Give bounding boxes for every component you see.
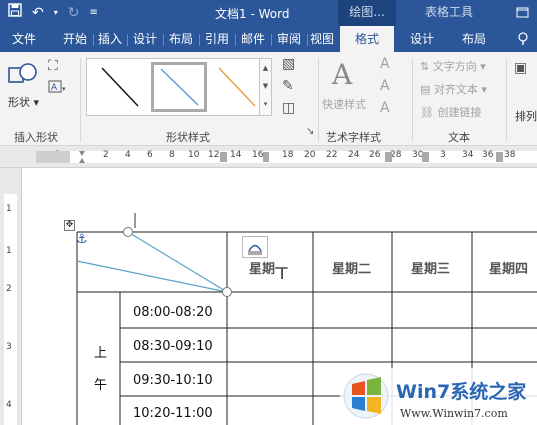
ribbon: 形状 ▾ ⛶ A ▾ 插入形状 ▲ ▼ ▾ ▧ ✎ ◫ 形状样式 ↘ A 快速样式 A… xyxy=(0,52,537,146)
redo-icon[interactable]: ↻ xyxy=(68,3,80,23)
shape-styles-group-label: 形状样式 xyxy=(166,131,210,144)
ruler-track[interactable]: 1 1 2 3 4 xyxy=(4,194,17,425)
tab-home[interactable]: 开始 xyxy=(58,26,92,52)
text-outline-icon[interactable]: A xyxy=(380,78,390,94)
shapes-button[interactable]: 形状 ▾ xyxy=(6,58,46,109)
gallery-scroll[interactable]: ▲ ▼ ▾ xyxy=(259,59,271,115)
period-char: 午 xyxy=(94,378,108,393)
text-group-label: 文本 xyxy=(448,131,470,144)
shape-styles-gallery: ▲ ▼ ▾ xyxy=(86,58,272,116)
art-text-group-label: 艺术字样式 xyxy=(326,131,381,144)
customize-qat-icon[interactable]: ≡ xyxy=(89,3,97,23)
text-box-icon[interactable]: A ▾ xyxy=(48,80,68,98)
insert-shapes-group-label: 插入形状 xyxy=(14,131,58,144)
position-icon[interactable]: ▣ xyxy=(514,60,527,76)
horizontal-ruler: 2 2 4 6 8 10 12 14 16 18 20 22 24 26 28 … xyxy=(0,146,537,168)
align-text-button[interactable]: ▤ 对齐文本 ▾ xyxy=(420,81,487,97)
tab-table-design[interactable]: 设计 xyxy=(400,26,444,52)
anchor-icon: ⚓ xyxy=(76,232,88,247)
shape-effects-icon[interactable]: ◫ xyxy=(282,100,295,116)
document-title: 文档1 - Word xyxy=(215,7,290,21)
table-move-handle-icon[interactable]: ✥ xyxy=(64,220,75,231)
header-tuesday: 星期二 xyxy=(332,262,372,277)
ruler-tick: 2 xyxy=(6,284,12,294)
time-slot: 08:30-09:10 xyxy=(133,339,213,354)
tab-layout[interactable]: 布局 xyxy=(164,26,198,52)
header-wednesday: 星期三 xyxy=(411,262,451,277)
watermark-logo: Win7系统之家 Www.Winwin7.com xyxy=(340,368,537,425)
ruler-tick: 3 xyxy=(6,342,12,352)
line-style-orange[interactable] xyxy=(209,62,265,112)
tab-table-layout[interactable]: 布局 xyxy=(452,26,496,52)
text-effects-icon[interactable]: A xyxy=(380,100,390,116)
time-slot: 08:00-08:20 xyxy=(133,305,213,320)
tab-mailings[interactable]: 邮件 xyxy=(236,26,270,52)
svg-text:A: A xyxy=(51,83,58,93)
quick-styles-icon[interactable]: A xyxy=(332,58,352,91)
vertical-ruler: 1 1 2 3 4 xyxy=(0,168,22,425)
header-thursday: 星期四 xyxy=(489,262,529,277)
ribbon-tab-bar: 文件 开始 插入 设计 布局 引用 邮件 审阅 视图 格式 设计 布局 xyxy=(0,26,537,52)
layout-options-icon[interactable] xyxy=(242,236,268,258)
dialog-launcher-icon[interactable]: ↘ xyxy=(306,126,314,137)
create-link-button[interactable]: ⛓ 创建链接 xyxy=(420,104,481,120)
text-direction-button[interactable]: ⇅ 文字方向 ▾ xyxy=(420,58,486,74)
ruler-markers xyxy=(36,151,503,163)
tab-insert[interactable]: 插入 xyxy=(94,26,126,52)
tell-me-icon[interactable] xyxy=(508,26,537,52)
tab-view[interactable]: 视图 xyxy=(306,26,338,52)
ruler-track[interactable]: 2 2 4 6 8 10 12 14 16 18 20 22 24 26 28 … xyxy=(36,150,537,163)
text-fill-icon[interactable]: A xyxy=(380,56,390,72)
text-cursor-icon: I xyxy=(280,267,285,283)
window-controls[interactable] xyxy=(508,0,537,26)
quick-styles-label[interactable]: 快速样式 xyxy=(322,96,366,112)
shapes-label: 形状 ▾ xyxy=(8,96,40,109)
edit-shape-icon[interactable]: ⛶ xyxy=(48,58,58,74)
tab-design[interactable]: 设计 xyxy=(128,26,162,52)
shape-outline-icon[interactable]: ✎ xyxy=(282,78,294,94)
save-icon[interactable] xyxy=(8,3,22,23)
table-tools-context: 表格工具 xyxy=(396,0,502,26)
group-separator xyxy=(80,58,81,142)
time-slot: 09:30-10:10 xyxy=(133,373,213,388)
line-end-handle[interactable] xyxy=(222,287,232,297)
group-separator xyxy=(506,58,507,142)
quick-access-toolbar: ↶ ▾ ↻ ≡ xyxy=(8,3,98,23)
shapes-icon xyxy=(8,63,37,83)
ruler-tick: 1 xyxy=(6,204,12,214)
drawing-tools-context: 绘图... xyxy=(338,0,396,26)
line-style-black[interactable] xyxy=(92,62,148,112)
ruler-tick: 1 xyxy=(6,246,12,256)
undo-dropdown-icon[interactable]: ▾ xyxy=(54,3,58,23)
shape-fill-icon[interactable]: ▧ xyxy=(282,56,295,72)
tab-references[interactable]: 引用 xyxy=(200,26,234,52)
svg-text:▾: ▾ xyxy=(62,85,66,93)
group-separator xyxy=(412,58,413,142)
undo-icon[interactable]: ↶ xyxy=(32,3,44,23)
period-char: 上 xyxy=(94,346,108,361)
tab-review[interactable]: 审阅 xyxy=(272,26,306,52)
watermark-brand: Win7系统之家 xyxy=(396,380,527,403)
line-start-handle[interactable] xyxy=(123,227,133,237)
arrange-button[interactable]: 排列 xyxy=(515,108,537,144)
ruler-tick: 4 xyxy=(6,400,12,410)
tab-file[interactable]: 文件 xyxy=(4,26,44,52)
tab-format[interactable]: 格式 xyxy=(340,26,394,52)
line-style-blue[interactable] xyxy=(151,62,207,112)
time-slot: 10:20-11:00 xyxy=(133,406,213,421)
group-separator xyxy=(318,58,319,142)
watermark-url: Www.Winwin7.com xyxy=(400,407,508,420)
